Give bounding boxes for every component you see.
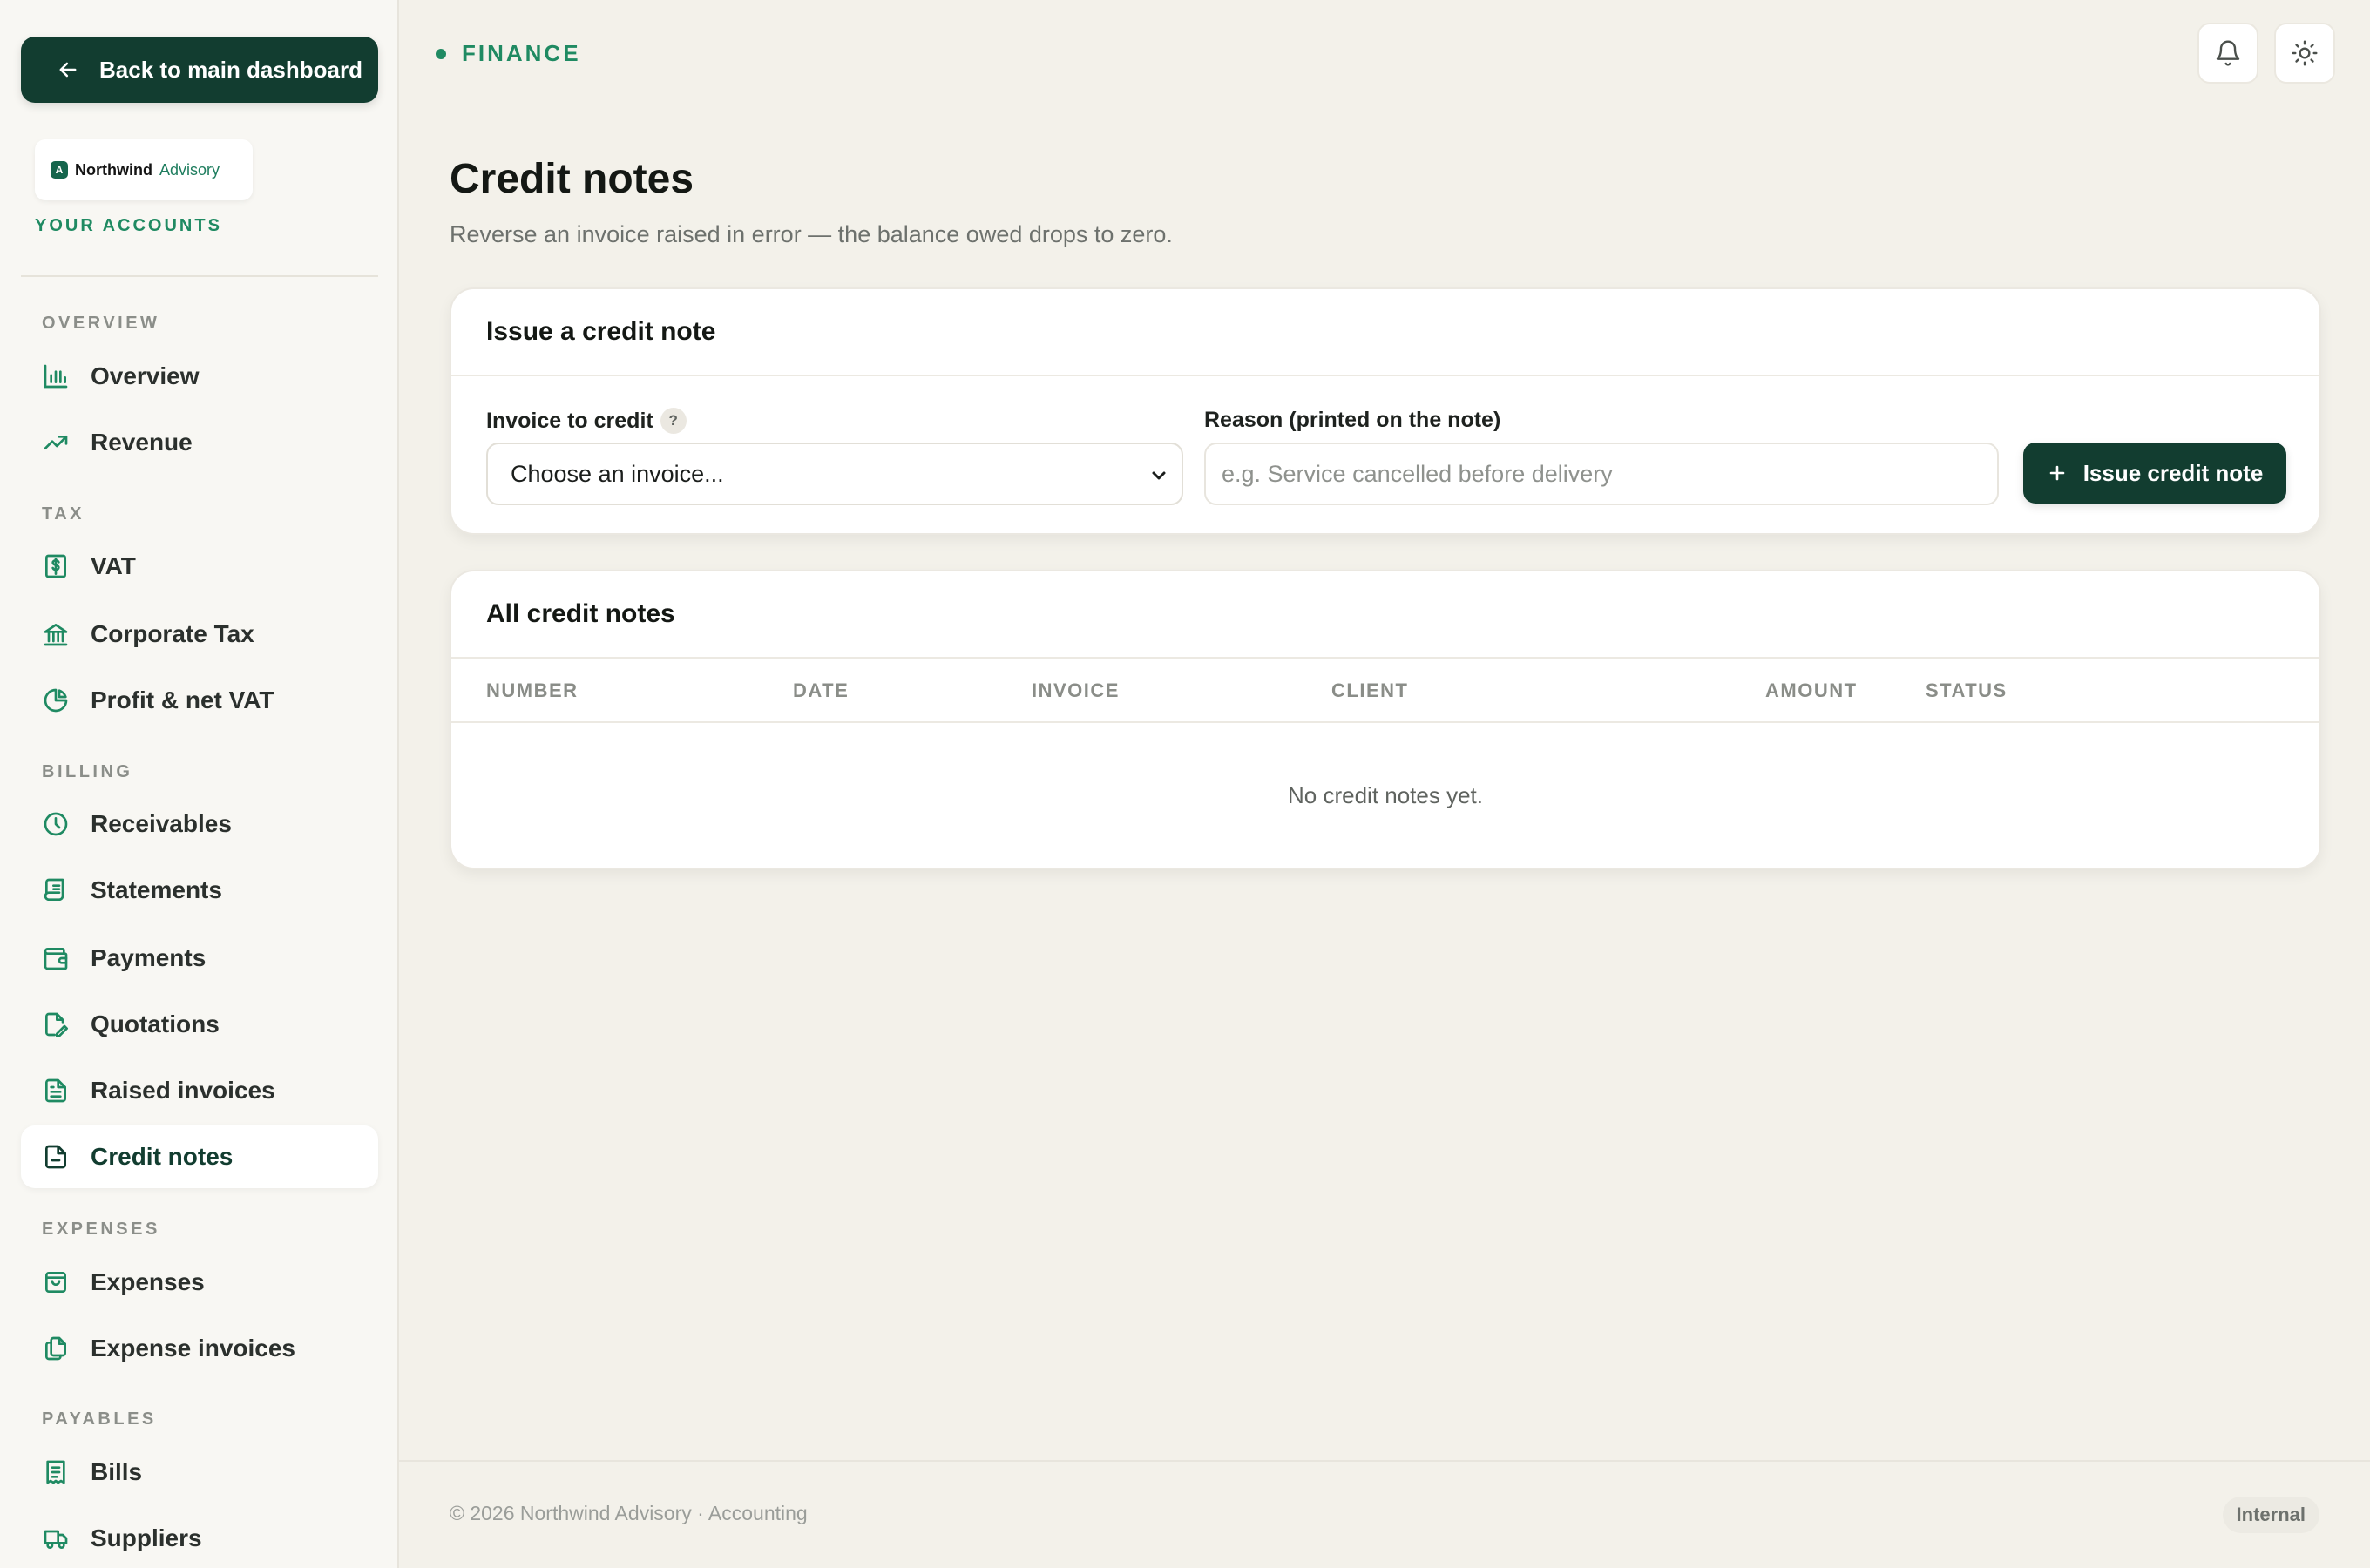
empty-state: No credit notes yet. <box>1288 781 1483 808</box>
sidebar-item-expense-invoices[interactable]: Expense invoices <box>21 1317 378 1380</box>
files-icon <box>45 1336 66 1361</box>
sidebar-item-label: Payments <box>91 944 207 971</box>
table-header: NUMBER DATE INVOICE CLIENT AMOUNT STATUS <box>451 659 2319 723</box>
sidebar: Back to main dashboard A Northwind Advis… <box>0 0 399 1568</box>
sidebar-item-label: Quotations <box>91 1010 220 1037</box>
pie-chart-icon <box>44 688 68 713</box>
receipt-dollar-icon <box>45 554 66 578</box>
wallet-icon <box>44 948 68 970</box>
bank-icon <box>44 624 68 646</box>
plus-icon <box>2049 465 2064 481</box>
footer-copyright: © 2026 Northwind Advisory · Accounting <box>450 1502 808 1524</box>
page-subtitle: Reverse an invoice raised in error — the… <box>450 221 1173 247</box>
sidebar-item-bills[interactable]: Bills <box>21 1441 378 1504</box>
nav-section-expenses: EXPENSES <box>42 1220 160 1239</box>
sidebar-item-label: Profit & net VAT <box>91 686 274 713</box>
internal-badge: Internal <box>2222 1497 2319 1533</box>
sidebar-item-label: Expense invoices <box>91 1335 296 1362</box>
breadcrumb-label: FINANCE <box>462 40 581 66</box>
sidebar-item-expenses[interactable]: Expenses <box>21 1251 378 1314</box>
sidebar-item-vat[interactable]: VAT <box>21 535 378 598</box>
issue-button-label: Issue credit note <box>2082 459 2264 486</box>
nav-section-payables: PAYABLES <box>42 1409 157 1429</box>
help-icon[interactable]: ? <box>660 408 687 434</box>
sidebar-item-profit-net-vat[interactable]: Profit & net VAT <box>21 669 378 732</box>
sidebar-item-revenue[interactable]: Revenue <box>21 411 378 474</box>
sidebar-item-label: Raised invoices <box>91 1077 275 1104</box>
sidebar-item-quotations[interactable]: Quotations <box>21 993 378 1056</box>
sidebar-item-label: Statements <box>91 876 222 903</box>
shopping-bag-icon <box>45 1272 66 1293</box>
sidebar-divider <box>21 275 378 277</box>
reason-label: Reason (printed on the note) <box>1204 408 1501 432</box>
column-status[interactable]: STATUS <box>1926 679 2008 702</box>
sidebar-item-label: Corporate Tax <box>91 620 254 647</box>
trending-up-icon <box>44 436 68 449</box>
file-edit-icon <box>45 1012 68 1037</box>
breadcrumb-dot-icon <box>436 48 446 59</box>
column-client[interactable]: CLIENT <box>1331 679 1408 702</box>
theme-toggle-button[interactable] <box>2274 23 2335 84</box>
all-credit-notes-card: All credit notes NUMBER DATE INVOICE CLI… <box>450 570 2321 869</box>
column-amount[interactable]: AMOUNT <box>1765 679 1858 702</box>
sidebar-item-label: VAT <box>91 552 136 579</box>
reason-input[interactable] <box>1204 443 1999 505</box>
column-invoice[interactable]: INVOICE <box>1032 679 1120 702</box>
issue-card-title: Issue a credit note <box>451 289 2319 376</box>
footer: © 2026 Northwind Advisory · Accounting I… <box>399 1460 2370 1568</box>
nav-section-overview: OVERVIEW <box>42 314 160 333</box>
nav-section-tax: TAX <box>42 504 85 524</box>
chevron-down-icon <box>1152 471 1166 480</box>
page-title: Credit notes <box>450 156 694 202</box>
brand-sub: Advisory <box>159 160 220 179</box>
sidebar-item-overview[interactable]: Overview <box>21 345 378 408</box>
invoice-select-value: Choose an invoice... <box>511 460 724 487</box>
back-button-label: Back to main dashboard <box>99 56 362 83</box>
scroll-icon <box>44 878 64 901</box>
sidebar-item-label: Overview <box>91 362 200 389</box>
truck-icon <box>44 1530 68 1549</box>
invoice-to-credit-label-text: Invoice to credit <box>486 408 653 433</box>
sidebar-item-label: Expenses <box>91 1268 205 1295</box>
breadcrumb[interactable]: FINANCE <box>436 40 581 67</box>
sidebar-item-label: Credit notes <box>91 1143 234 1170</box>
back-to-dashboard-button[interactable]: Back to main dashboard <box>21 37 378 103</box>
your-accounts-label: YOUR ACCOUNTS <box>35 216 222 235</box>
brand-name: Northwind <box>75 160 152 179</box>
issue-credit-note-button[interactable]: Issue credit note <box>2023 443 2286 504</box>
issue-credit-note-card: Issue a credit note Invoice to credit ? … <box>450 287 2321 535</box>
sidebar-item-label: Receivables <box>91 810 232 837</box>
receipt-icon <box>46 1460 65 1484</box>
sidebar-item-statements[interactable]: Statements <box>21 859 378 922</box>
bell-icon <box>2216 40 2240 66</box>
brand-mark-icon: A <box>51 161 68 179</box>
sidebar-item-suppliers[interactable]: Suppliers <box>21 1507 378 1568</box>
file-minus-icon <box>45 1145 66 1169</box>
sidebar-item-raised-invoices[interactable]: Raised invoices <box>21 1059 378 1122</box>
sidebar-item-corporate-tax[interactable]: Corporate Tax <box>21 603 378 666</box>
invoice-select[interactable]: Choose an invoice... <box>486 443 1183 505</box>
all-credit-notes-title: All credit notes <box>451 571 2319 659</box>
arrow-left-icon <box>59 62 77 78</box>
column-number[interactable]: NUMBER <box>486 679 579 702</box>
sidebar-item-label: Suppliers <box>91 1524 202 1551</box>
sidebar-item-credit-notes[interactable]: Credit notes <box>21 1125 378 1188</box>
sidebar-item-label: Bills <box>91 1458 143 1485</box>
invoice-to-credit-label: Invoice to credit ? <box>486 408 687 434</box>
bar-chart-icon <box>44 364 68 389</box>
nav-section-billing: BILLING <box>42 762 133 781</box>
notifications-button[interactable] <box>2197 23 2258 84</box>
sidebar-item-label: Revenue <box>91 429 193 456</box>
sun-icon <box>2292 40 2318 66</box>
clock-icon <box>44 812 68 836</box>
column-date[interactable]: DATE <box>793 679 849 702</box>
brand-logo[interactable]: A Northwind Advisory <box>35 139 253 200</box>
sidebar-item-receivables[interactable]: Receivables <box>21 793 378 855</box>
sidebar-item-payments[interactable]: Payments <box>21 927 378 990</box>
file-text-icon <box>45 1078 66 1103</box>
